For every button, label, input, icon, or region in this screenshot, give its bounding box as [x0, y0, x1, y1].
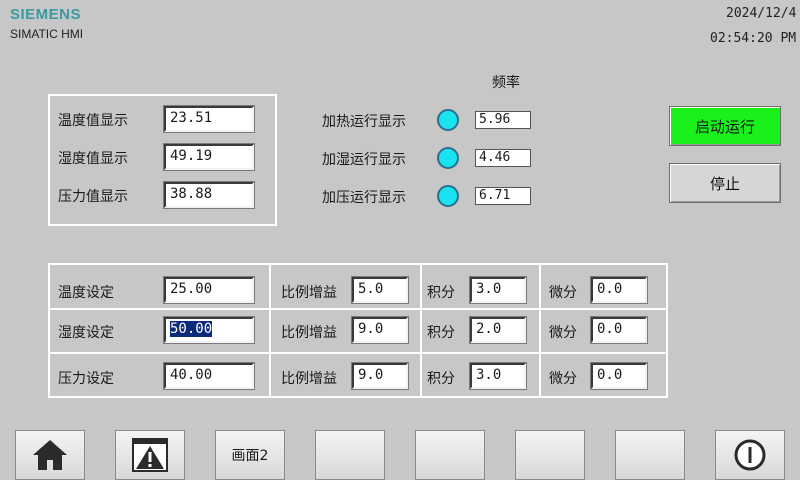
- pressure-derivative-input[interactable]: 0.0: [590, 362, 648, 390]
- pressurizing-run-label: 加压运行显示: [322, 190, 406, 206]
- humidity-derivative-input[interactable]: 0.0: [590, 316, 648, 344]
- pressure-integral-label: 积分: [427, 371, 455, 387]
- heating-frequency: 5.96: [475, 111, 531, 129]
- table-divider: [50, 352, 666, 354]
- table-divider: [420, 265, 422, 396]
- pressure-display-label: 压力值显示: [58, 189, 128, 205]
- function-key-5[interactable]: [415, 430, 485, 480]
- humidity-integral-label: 积分: [427, 325, 455, 341]
- home-button[interactable]: [15, 430, 85, 480]
- temperature-derivative-input[interactable]: 0.0: [590, 276, 648, 304]
- pressure-gain-input[interactable]: 9.0: [351, 362, 409, 390]
- temperature-gain-input[interactable]: 5.0: [351, 276, 409, 304]
- stop-button[interactable]: 停止: [669, 163, 781, 203]
- humidity-display-label: 湿度值显示: [58, 151, 128, 167]
- humidity-setpoint-input[interactable]: 50.00: [163, 316, 255, 344]
- humidity-value: 49.19: [163, 143, 255, 171]
- alarm-button[interactable]: [115, 430, 185, 480]
- screen2-button[interactable]: 画面2: [215, 430, 285, 480]
- start-button[interactable]: 启动运行: [669, 106, 781, 146]
- temperature-setpoint-input[interactable]: 25.00: [163, 276, 255, 304]
- pressurizing-run-lamp: [437, 185, 459, 207]
- temperature-display-label: 温度值显示: [58, 113, 128, 129]
- function-key-7[interactable]: [615, 430, 685, 480]
- temperature-gain-label: 比例增益: [281, 285, 337, 301]
- function-key-6[interactable]: [515, 430, 585, 480]
- temperature-value: 23.51: [163, 105, 255, 133]
- table-divider: [269, 265, 271, 396]
- humidity-gain-label: 比例增益: [281, 325, 337, 341]
- table-divider: [539, 265, 541, 396]
- humidifying-run-label: 加湿运行显示: [322, 152, 406, 168]
- date-display: 2024/12/4: [726, 6, 797, 21]
- power-button[interactable]: [715, 430, 785, 480]
- brand-logo: SIEMENS: [10, 6, 82, 23]
- pressurizing-frequency: 6.71: [475, 187, 531, 205]
- humidity-setpoint-label: 湿度设定: [58, 325, 114, 341]
- humidifying-frequency: 4.46: [475, 149, 531, 167]
- frequency-header: 频率: [492, 75, 520, 91]
- humidity-integral-input[interactable]: 2.0: [469, 316, 527, 344]
- humidifying-run-lamp: [437, 147, 459, 169]
- humidity-gain-input[interactable]: 9.0: [351, 316, 409, 344]
- time-display: 02:54:20 PM: [710, 31, 797, 46]
- pressure-derivative-label: 微分: [549, 371, 577, 387]
- power-icon: [734, 439, 766, 471]
- pressure-setpoint-input[interactable]: 40.00: [163, 362, 255, 390]
- product-name: SIMATIC HMI: [10, 27, 84, 41]
- heating-run-label: 加热运行显示: [322, 114, 406, 130]
- selected-text: 50.00: [170, 321, 213, 337]
- temperature-setpoint-label: 温度设定: [58, 285, 114, 301]
- function-key-4[interactable]: [315, 430, 385, 480]
- temperature-derivative-label: 微分: [549, 285, 577, 301]
- humidity-derivative-label: 微分: [549, 325, 577, 341]
- pressure-gain-label: 比例增益: [281, 371, 337, 387]
- heating-run-lamp: [437, 109, 459, 131]
- pressure-setpoint-label: 压力设定: [58, 371, 114, 387]
- pressure-value: 38.88: [163, 181, 255, 209]
- temperature-integral-label: 积分: [427, 285, 455, 301]
- alarm-warning-icon: [132, 438, 168, 472]
- home-icon: [33, 440, 67, 470]
- temperature-integral-input[interactable]: 3.0: [469, 276, 527, 304]
- table-divider: [50, 308, 666, 310]
- pressure-integral-input[interactable]: 3.0: [469, 362, 527, 390]
